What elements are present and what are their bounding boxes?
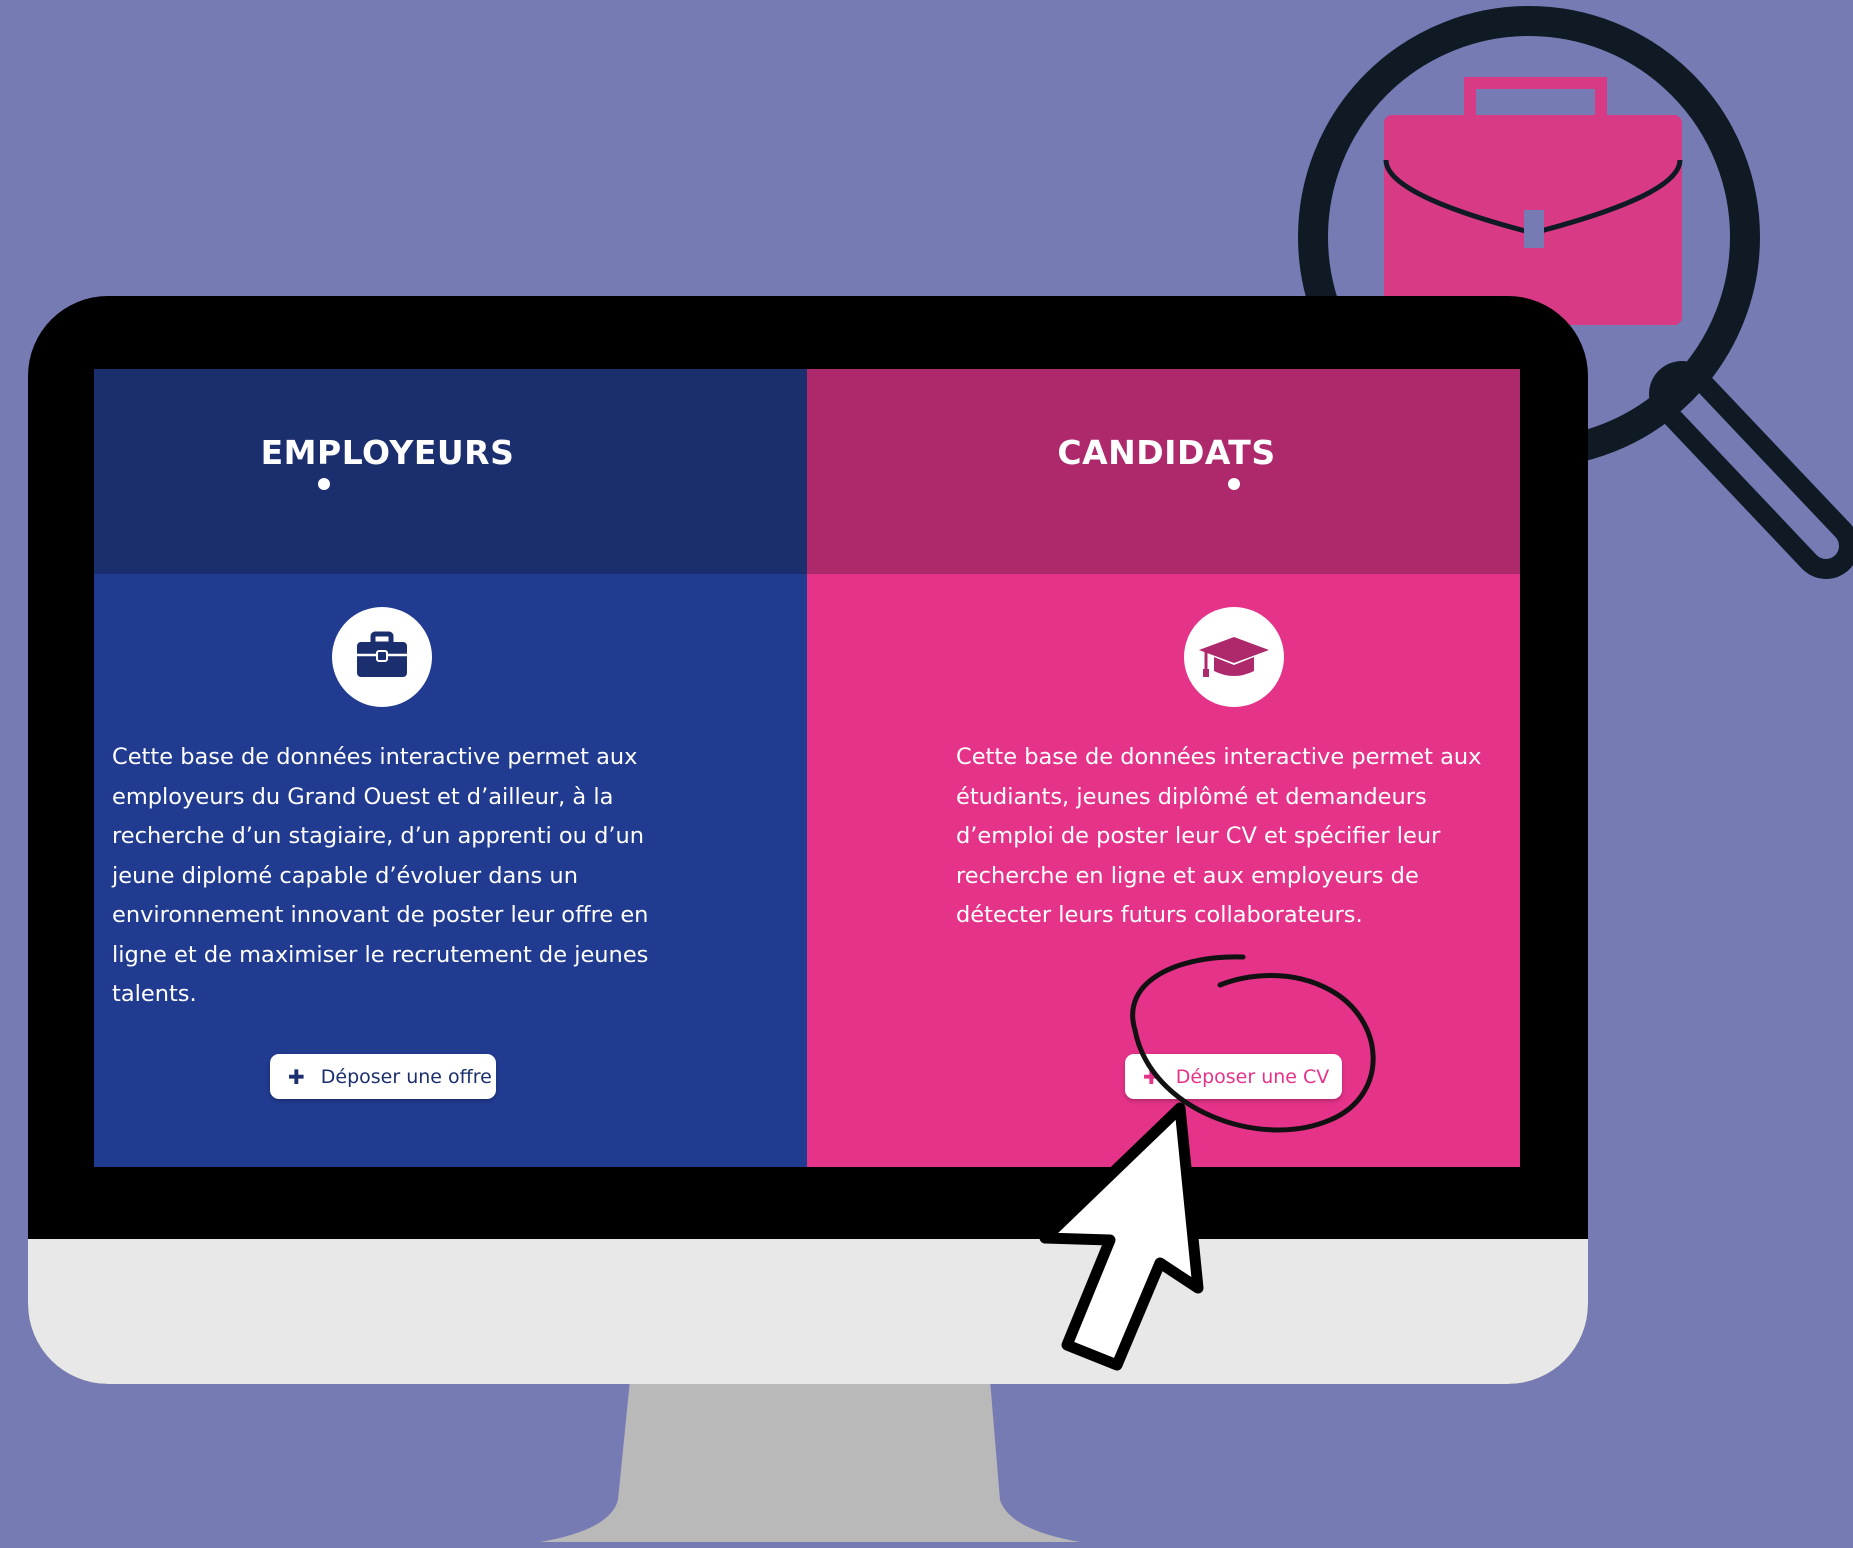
employers-description: Cette base de données interactive permet… (112, 744, 649, 1007)
deposit-cv-button[interactable]: ✚ Déposer une CV (1125, 1054, 1342, 1099)
plus-icon: ✚ (1143, 1064, 1160, 1089)
candidates-header: CANDIDATS (807, 369, 1520, 574)
monitor: EMPLOYEURS Cette base de données interac… (28, 296, 1588, 1384)
deposit-offer-button[interactable]: ✚ Déposer une offre (270, 1054, 496, 1099)
monitor-chin (28, 1239, 1588, 1384)
graduation-cap-icon (1199, 637, 1269, 677)
candidates-panel: CANDIDATS Cette base de données interact… (807, 369, 1520, 1167)
employers-header: EMPLOYEURS (94, 369, 807, 574)
employers-title: EMPLOYEURS (260, 433, 515, 472)
employers-panel: EMPLOYEURS Cette base de données interac… (94, 369, 807, 1167)
candidates-title-dot (1228, 478, 1240, 490)
candidates-description: Cette base de données interactive permet… (956, 744, 1482, 928)
employers-icon-badge (332, 607, 432, 707)
briefcase-icon (357, 631, 407, 677)
candidates-title: CANDIDATS (1057, 433, 1276, 472)
candidates-icon-badge (1184, 607, 1284, 707)
deposit-offer-label: Déposer une offre (320, 1065, 492, 1088)
plus-icon: ✚ (288, 1064, 305, 1089)
employers-title-dot (318, 478, 330, 490)
deposit-cv-label: Déposer une CV (1175, 1065, 1330, 1088)
monitor-screen: EMPLOYEURS Cette base de données interac… (94, 369, 1520, 1167)
